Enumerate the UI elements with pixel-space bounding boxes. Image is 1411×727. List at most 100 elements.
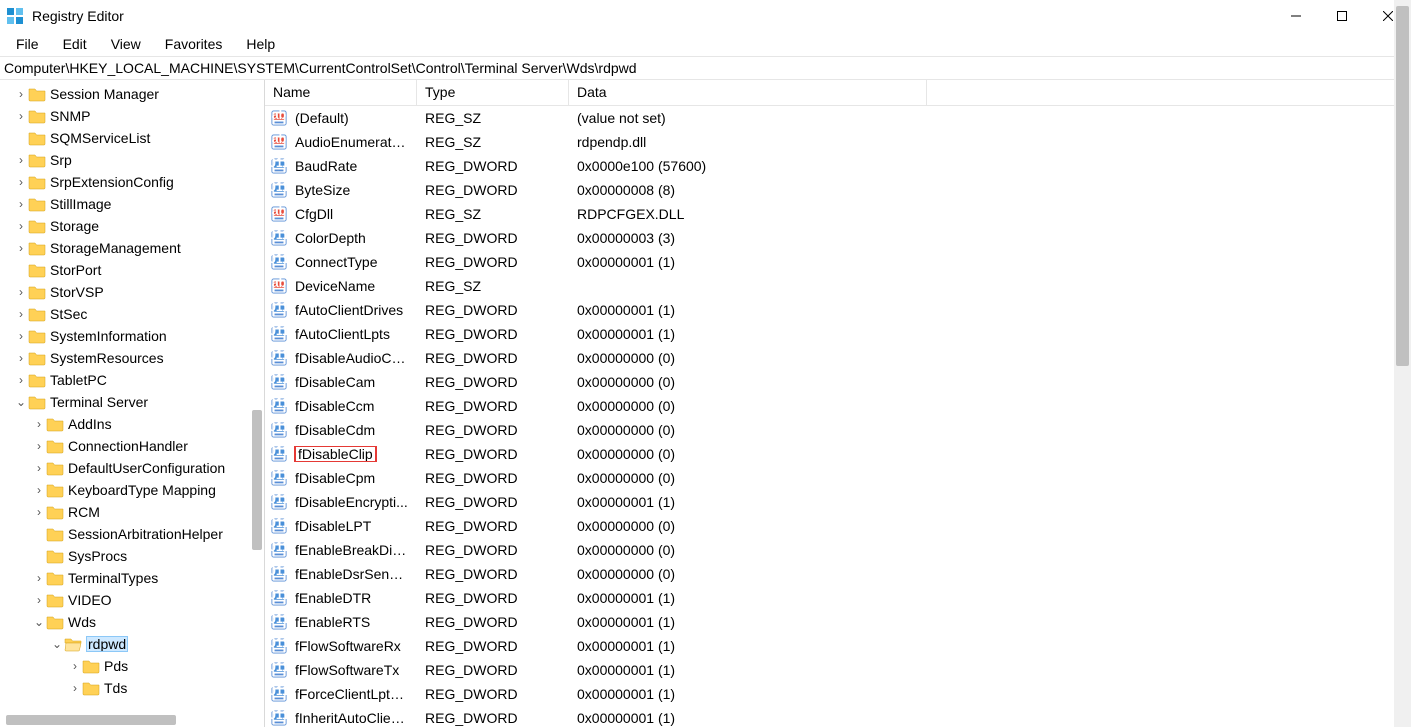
- tree-item[interactable]: ›Tds: [0, 677, 264, 699]
- expand-icon[interactable]: ›: [32, 439, 46, 453]
- expand-icon[interactable]: ›: [14, 175, 28, 189]
- expand-icon[interactable]: ›: [14, 285, 28, 299]
- menu-file[interactable]: File: [4, 34, 51, 54]
- menu-view[interactable]: View: [99, 34, 153, 54]
- tree-item[interactable]: ›Pds: [0, 655, 264, 677]
- minimize-button[interactable]: [1273, 0, 1319, 32]
- registry-value-row[interactable]: fEnableBreakDis...REG_DWORD0x00000000 (0…: [265, 538, 1411, 562]
- registry-value-row[interactable]: fDisableAudioCa...REG_DWORD0x00000000 (0…: [265, 346, 1411, 370]
- registry-value-row[interactable]: fDisableCamREG_DWORD0x00000000 (0): [265, 370, 1411, 394]
- tree-item[interactable]: ⌄rdpwd: [0, 633, 264, 655]
- expand-icon[interactable]: ›: [14, 153, 28, 167]
- expand-icon[interactable]: ›: [14, 197, 28, 211]
- tree-item[interactable]: ›StorageManagement: [0, 237, 264, 259]
- expand-icon[interactable]: ›: [32, 571, 46, 585]
- tree-item[interactable]: ›DefaultUserConfiguration: [0, 457, 264, 479]
- registry-value-row[interactable]: ConnectTypeREG_DWORD0x00000001 (1): [265, 250, 1411, 274]
- collapse-icon[interactable]: ⌄: [14, 395, 28, 409]
- expand-icon[interactable]: ›: [32, 483, 46, 497]
- value-type: REG_DWORD: [417, 542, 569, 558]
- registry-value-row[interactable]: fDisableEncrypti...REG_DWORD0x00000001 (…: [265, 490, 1411, 514]
- tree-item[interactable]: ›StillImage: [0, 193, 264, 215]
- registry-value-row[interactable]: ColorDepthREG_DWORD0x00000003 (3): [265, 226, 1411, 250]
- registry-value-row[interactable]: ByteSizeREG_DWORD0x00000008 (8): [265, 178, 1411, 202]
- tree-item[interactable]: ›ConnectionHandler: [0, 435, 264, 457]
- tree-item-label: AddIns: [68, 416, 112, 432]
- tree-item[interactable]: ›Session Manager: [0, 83, 264, 105]
- tree-vertical-scrollbar-thumb[interactable]: [252, 410, 262, 550]
- tree-item[interactable]: ›StSec: [0, 303, 264, 325]
- collapse-icon[interactable]: ⌄: [50, 637, 64, 651]
- tree-item[interactable]: ›TerminalTypes: [0, 567, 264, 589]
- registry-value-row[interactable]: fAutoClientDrivesREG_DWORD0x00000001 (1): [265, 298, 1411, 322]
- tree-item[interactable]: SQMServiceList: [0, 127, 264, 149]
- expand-icon[interactable]: ›: [14, 109, 28, 123]
- tree-item[interactable]: ›SrpExtensionConfig: [0, 171, 264, 193]
- registry-value-row[interactable]: fEnableDTRREG_DWORD0x00000001 (1): [265, 586, 1411, 610]
- list-pane[interactable]: Name Type Data (Default)REG_SZ(value not…: [265, 80, 1411, 727]
- tree-item[interactable]: ›SystemInformation: [0, 325, 264, 347]
- tree-horizontal-scrollbar-thumb[interactable]: [6, 715, 176, 725]
- registry-value-row[interactable]: fDisableClipREG_DWORD0x00000000 (0): [265, 442, 1411, 466]
- expand-icon[interactable]: ›: [14, 241, 28, 255]
- registry-value-row[interactable]: CfgDllREG_SZRDPCFGEX.DLL: [265, 202, 1411, 226]
- tree-item[interactable]: › AddIns: [0, 413, 264, 435]
- menu-help[interactable]: Help: [234, 34, 287, 54]
- column-type-header[interactable]: Type: [417, 80, 569, 105]
- tree-item[interactable]: SessionArbitrationHelper: [0, 523, 264, 545]
- expand-icon[interactable]: ›: [68, 681, 82, 695]
- registry-value-row[interactable]: fInheritAutoClient...REG_DWORD0x00000001…: [265, 706, 1411, 727]
- registry-value-row[interactable]: fEnableDsrSensit...REG_DWORD0x00000000 (…: [265, 562, 1411, 586]
- expand-icon[interactable]: ›: [14, 219, 28, 233]
- registry-value-row[interactable]: (Default)REG_SZ(value not set): [265, 106, 1411, 130]
- expand-icon[interactable]: ›: [14, 87, 28, 101]
- registry-value-row[interactable]: fDisableCcmREG_DWORD0x00000000 (0): [265, 394, 1411, 418]
- registry-value-row[interactable]: fDisableCdmREG_DWORD0x00000000 (0): [265, 418, 1411, 442]
- menu-favorites[interactable]: Favorites: [153, 34, 235, 54]
- address-bar[interactable]: Computer\HKEY_LOCAL_MACHINE\SYSTEM\Curre…: [0, 56, 1411, 80]
- expand-icon[interactable]: ›: [14, 351, 28, 365]
- tree-item[interactable]: ›TabletPC: [0, 369, 264, 391]
- registry-value-row[interactable]: fDisableLPTREG_DWORD0x00000000 (0): [265, 514, 1411, 538]
- tree-item[interactable]: StorPort: [0, 259, 264, 281]
- expand-icon[interactable]: ›: [14, 329, 28, 343]
- registry-value-row[interactable]: AudioEnumerato...REG_SZrdpendp.dll: [265, 130, 1411, 154]
- registry-value-row[interactable]: DeviceNameREG_SZ: [265, 274, 1411, 298]
- maximize-button[interactable]: [1319, 0, 1365, 32]
- tree-item[interactable]: ›StorVSP: [0, 281, 264, 303]
- registry-value-row[interactable]: fEnableRTSREG_DWORD0x00000001 (1): [265, 610, 1411, 634]
- tree-item[interactable]: ⌄Terminal Server: [0, 391, 264, 413]
- list-vertical-scrollbar-thumb[interactable]: [1396, 6, 1409, 366]
- tree-item[interactable]: ›SystemResources: [0, 347, 264, 369]
- expand-icon[interactable]: ›: [32, 593, 46, 607]
- list-vertical-scrollbar[interactable]: [1394, 0, 1411, 727]
- tree-item[interactable]: ›SNMP: [0, 105, 264, 127]
- registry-value-row[interactable]: fDisableCpmREG_DWORD0x00000000 (0): [265, 466, 1411, 490]
- titlebar[interactable]: Registry Editor: [0, 0, 1411, 32]
- column-data-header[interactable]: Data: [569, 80, 927, 105]
- registry-value-row[interactable]: BaudRateREG_DWORD0x0000e100 (57600): [265, 154, 1411, 178]
- tree-pane[interactable]: ›Session Manager›SNMPSQMServiceList›Srp›…: [0, 80, 265, 727]
- registry-value-row[interactable]: fAutoClientLptsREG_DWORD0x00000001 (1): [265, 322, 1411, 346]
- expand-icon[interactable]: ›: [32, 461, 46, 475]
- tree-item[interactable]: SysProcs: [0, 545, 264, 567]
- tree-item[interactable]: ›Storage: [0, 215, 264, 237]
- expand-icon[interactable]: ›: [32, 417, 46, 431]
- column-name-header[interactable]: Name: [265, 80, 417, 105]
- expand-icon[interactable]: ›: [14, 373, 28, 387]
- tree-item[interactable]: ⌄Wds: [0, 611, 264, 633]
- menu-edit[interactable]: Edit: [51, 34, 99, 54]
- expand-icon[interactable]: ›: [32, 505, 46, 519]
- value-data: 0x00000001 (1): [569, 710, 927, 726]
- value-name: fDisableCpm: [287, 470, 417, 486]
- tree-item[interactable]: ›RCM: [0, 501, 264, 523]
- registry-value-row[interactable]: fForceClientLptD...REG_DWORD0x00000001 (…: [265, 682, 1411, 706]
- tree-item[interactable]: ›KeyboardType Mapping: [0, 479, 264, 501]
- expand-icon[interactable]: ›: [68, 659, 82, 673]
- expand-icon[interactable]: ›: [14, 307, 28, 321]
- collapse-icon[interactable]: ⌄: [32, 615, 46, 629]
- tree-item[interactable]: ›Srp: [0, 149, 264, 171]
- registry-value-row[interactable]: fFlowSoftwareRxREG_DWORD0x00000001 (1): [265, 634, 1411, 658]
- registry-value-row[interactable]: fFlowSoftwareTxREG_DWORD0x00000001 (1): [265, 658, 1411, 682]
- tree-item[interactable]: ›VIDEO: [0, 589, 264, 611]
